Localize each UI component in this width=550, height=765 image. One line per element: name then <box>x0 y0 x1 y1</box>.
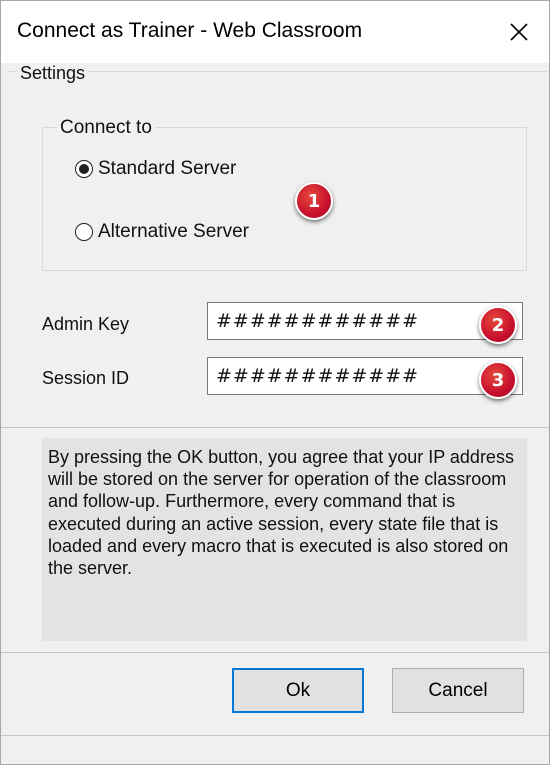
callout-badge-3: 3 <box>479 361 517 399</box>
connect-to-group <box>42 127 527 271</box>
connect-to-legend: Connect to <box>57 117 155 139</box>
radio-circle <box>75 223 93 241</box>
radio-alternative-server[interactable]: Alternative Server <box>75 221 249 243</box>
callout-badge-2: 2 <box>479 306 517 344</box>
settings-legend: Settings <box>17 63 89 84</box>
close-button[interactable] <box>489 1 549 63</box>
radio-label: Standard Server <box>98 158 237 179</box>
radio-circle-selected <box>75 160 93 178</box>
session-id-label: Session ID <box>42 368 130 388</box>
admin-key-field[interactable]: ############ <box>207 302 523 340</box>
privacy-notice: By pressing the OK button, you agree tha… <box>42 438 527 641</box>
close-icon <box>510 23 528 41</box>
divider <box>1 427 549 428</box>
title-bar: Connect as Trainer - Web Classroom <box>1 1 549 63</box>
status-bar <box>1 736 549 764</box>
cancel-button[interactable]: Cancel <box>392 668 524 713</box>
divider <box>1 652 549 653</box>
session-id-field[interactable]: ############ <box>207 357 523 395</box>
callout-badge-1: 1 <box>295 182 333 220</box>
admin-key-label: Admin Key <box>42 314 130 334</box>
window-title: Connect as Trainer - Web Classroom <box>17 19 363 42</box>
radio-standard-server[interactable]: Standard Server <box>75 158 236 180</box>
ok-button[interactable]: Ok <box>232 668 364 713</box>
dialog-window: Connect as Trainer - Web Classroom Setti… <box>0 0 550 765</box>
radio-label: Alternative Server <box>98 221 250 242</box>
